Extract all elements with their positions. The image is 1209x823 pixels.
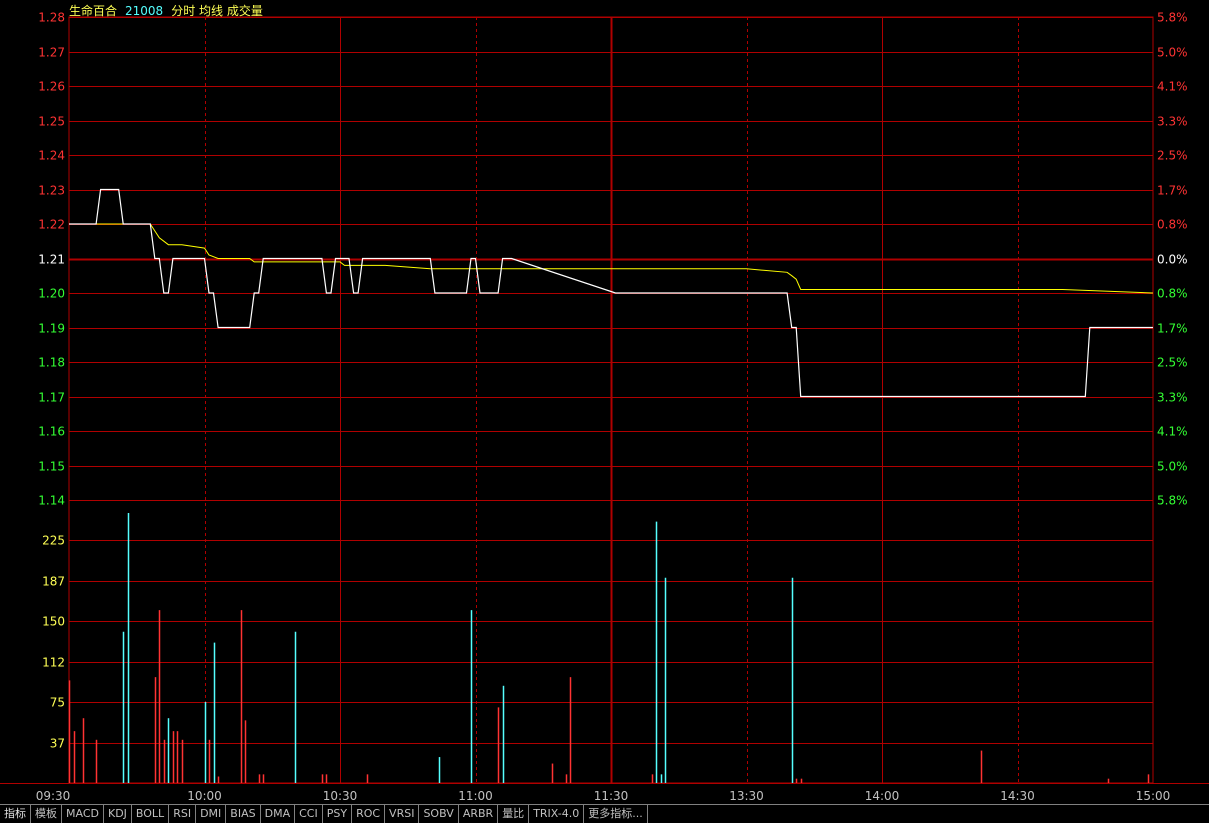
tab-11[interactable]: ROC [352,805,386,823]
tab-9[interactable]: CCI [295,805,323,823]
price-tick-label: 1.26 [38,80,65,94]
volume-tick-label: 112 [42,656,65,670]
stock-name: 生命百合 [69,4,118,18]
price-tick-label: 1.25 [38,115,65,129]
price-tick-label: 1.17 [38,391,65,405]
tab-17[interactable]: 更多指标... [584,805,648,823]
chart-header: 生命百合 21008 分时 均线 成交量 [69,2,271,19]
time-tick-label: 11:30 [594,789,629,803]
price-tick-label: 1.16 [38,425,65,439]
time-tick-label: 09:30 [36,789,71,803]
pct-tick-label: 0.0% [1157,253,1188,267]
price-tick-label: 1.18 [38,356,65,370]
volume-tick-label: 225 [42,534,65,548]
tab-16[interactable]: TRIX-4.0 [529,805,585,823]
tab-6[interactable]: DMI [196,805,227,823]
pct-tick-label: 2.5% [1157,356,1188,370]
time-tick-label: 10:00 [187,789,222,803]
tab-8[interactable]: DMA [261,805,296,823]
tab-4[interactable]: BOLL [132,805,170,823]
pct-tick-label: 5.8% [1157,494,1188,508]
time-tick-label: 13:30 [729,789,764,803]
volume-tick-label: 75 [50,696,65,710]
indicator-tab-bar: 指标 模板 MACD KDJ BOLL RSI DMI BIAS DMA CCI PSY ROC VRS… [0,804,1209,823]
tab-7[interactable]: BIAS [226,805,261,823]
pct-tick-label: 5.8% [1157,11,1188,25]
time-tick-label: 10:30 [323,789,358,803]
chart-canvas[interactable]: 1.28 5.8% 1.27 5.0% 1.26 4.1% 1.25 3.3% 1.24 2.5%… [0,0,1209,804]
pct-tick-label: 2.5% [1157,149,1188,163]
pct-tick-label: 3.3% [1157,391,1188,405]
stock-code: 21008 [125,4,164,18]
tab-1[interactable]: 模板 [31,805,62,823]
time-tick-label: 15:00 [1136,789,1171,803]
tab-10[interactable]: PSY [323,805,353,823]
price-tick-label: 1.22 [38,218,65,232]
price-tick-label: 1.21 [38,253,65,267]
tab-13[interactable]: SOBV [419,805,459,823]
volume-tick-label: 187 [42,575,65,589]
price-tick-label: 1.24 [38,149,65,163]
price-tick-label: 1.28 [38,11,65,25]
pct-tick-label: 1.7% [1157,184,1188,198]
chart-window: 1.28 5.8% 1.27 5.0% 1.26 4.1% 1.25 3.3% 1.24 2.5%… [0,0,1209,823]
pct-tick-label: 1.7% [1157,322,1188,336]
tab-5[interactable]: RSI [169,805,197,823]
tab-15[interactable]: 量比 [498,805,530,823]
price-tick-label: 1.20 [38,287,65,301]
price-tick-label: 1.23 [38,184,65,198]
time-tick-label: 14:30 [1000,789,1035,803]
pct-tick-label: 4.1% [1157,80,1188,94]
pct-tick-label: 0.8% [1157,287,1188,301]
tab-14[interactable]: ARBR [459,805,499,823]
pct-tick-label: 5.0% [1157,460,1188,474]
price-tick-label: 1.19 [38,322,65,336]
time-tick-label: 11:00 [458,789,493,803]
time-tick-label: 14:00 [865,789,900,803]
pct-tick-label: 3.3% [1157,115,1188,129]
price-tick-label: 1.27 [38,46,65,60]
pct-tick-label: 5.0% [1157,46,1188,60]
volume-tick-label: 37 [50,737,65,751]
tab-2[interactable]: MACD [62,805,104,823]
volume-tick-label: 150 [42,615,65,629]
tab-12[interactable]: VRSI [385,805,420,823]
tab-3[interactable]: KDJ [104,805,132,823]
price-tick-label: 1.14 [38,494,65,508]
pct-tick-label: 4.1% [1157,425,1188,439]
tab-0[interactable]: 指标 [0,805,31,823]
indicator-legend: 分时 均线 成交量 [171,4,263,18]
price-tick-label: 1.15 [38,460,65,474]
pct-tick-label: 0.8% [1157,218,1188,232]
